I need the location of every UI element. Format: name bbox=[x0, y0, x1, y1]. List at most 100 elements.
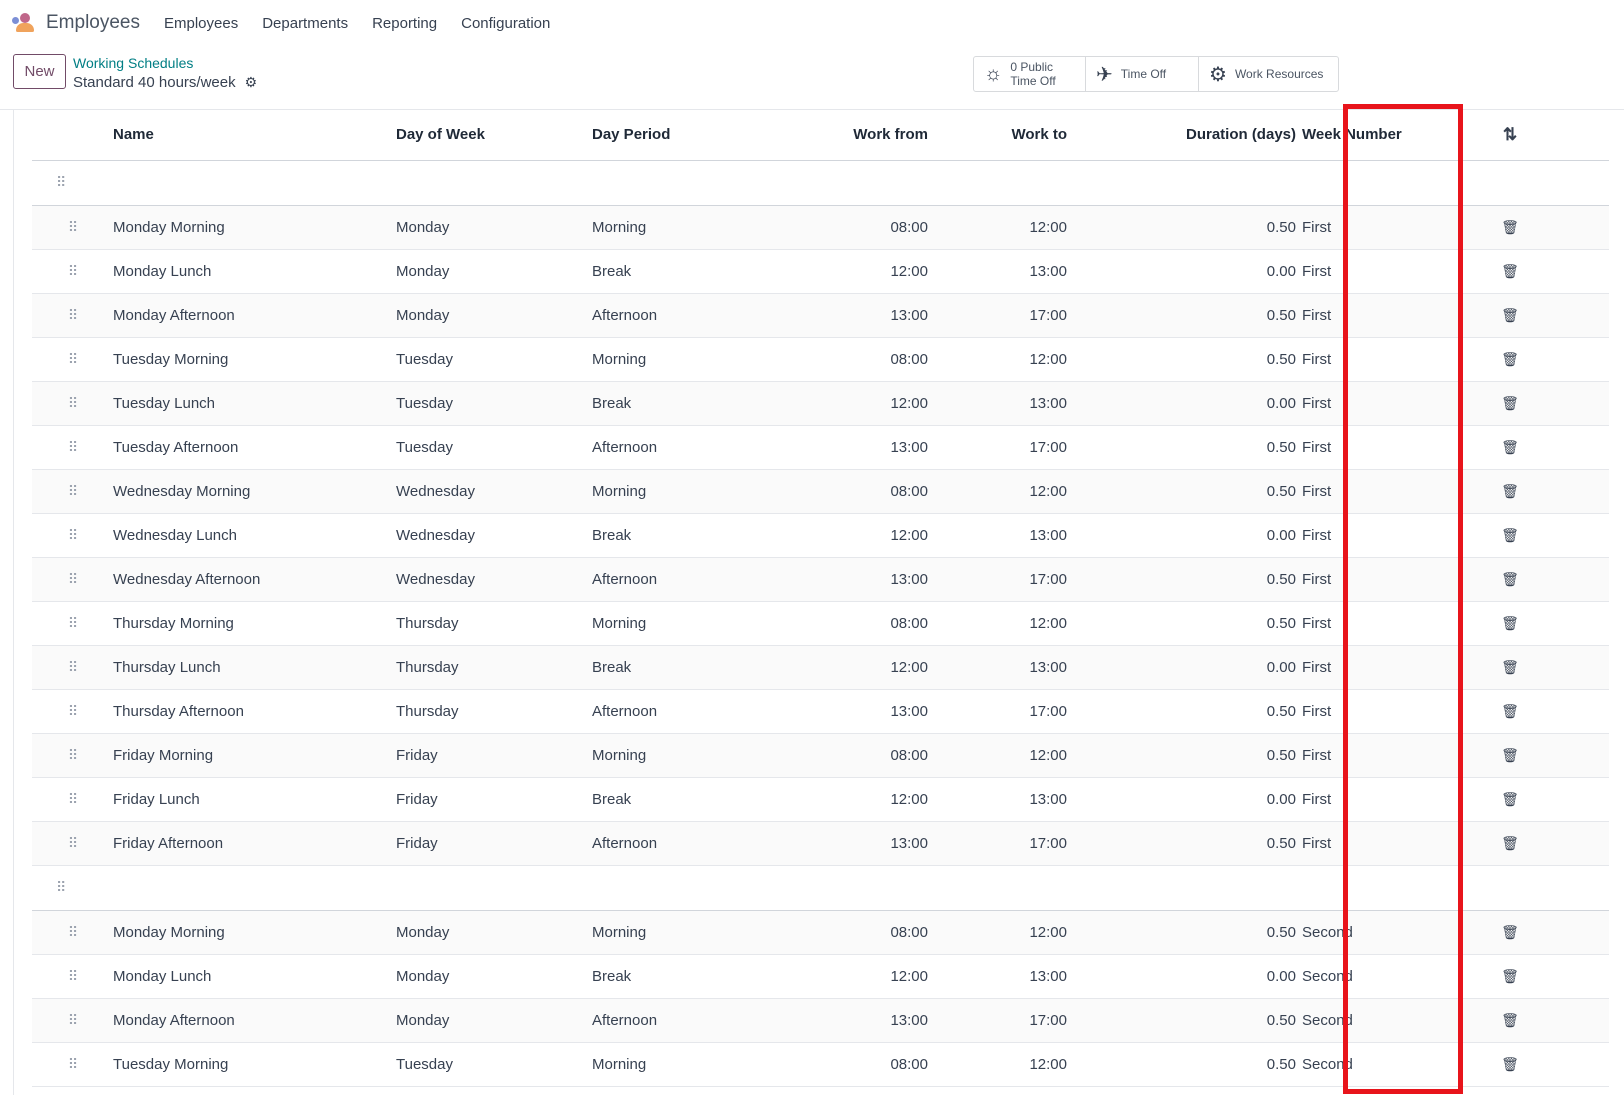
cell-work-to[interactable]: 17:00 bbox=[928, 689, 1067, 734]
table-row[interactable]: ⠿ Monday Afternoon Monday Afternoon 13:00 17:… bbox=[32, 293, 1609, 338]
header-week-number[interactable]: Week Number bbox=[1296, 110, 1411, 161]
drag-handle-icon[interactable]: ⠿ bbox=[32, 205, 113, 250]
cell-work-to[interactable]: 17:00 bbox=[928, 998, 1067, 1043]
table-row[interactable]: ⠿ Friday Afternoon Friday Afternoon 13:00 17:… bbox=[32, 821, 1609, 866]
cell-work-from[interactable]: 12:00 bbox=[792, 777, 928, 822]
drag-handle-icon[interactable]: ⠿ bbox=[32, 557, 113, 602]
cell-duration[interactable]: 0.50 bbox=[1067, 469, 1296, 514]
cell-day-of-week[interactable]: Monday bbox=[396, 205, 592, 250]
optional-columns-icon[interactable]: ⇅ bbox=[1411, 110, 1609, 161]
section-row[interactable]: ⠿ bbox=[32, 865, 1609, 911]
cell-name[interactable]: Wednesday Morning bbox=[113, 469, 396, 514]
cell-work-to[interactable]: 12:00 bbox=[928, 910, 1067, 955]
header-day-of-week[interactable]: Day of Week bbox=[396, 110, 592, 161]
cell-day-period[interactable]: Morning bbox=[592, 601, 792, 646]
cell-name[interactable]: Tuesday Morning bbox=[113, 1042, 396, 1087]
section-row[interactable]: ⠿ bbox=[32, 160, 1609, 206]
cell-day-period[interactable]: Break bbox=[592, 513, 792, 558]
cell-day-of-week[interactable]: Friday bbox=[396, 733, 592, 778]
header-work-from[interactable]: Work from bbox=[792, 110, 928, 161]
cell-day-of-week[interactable]: Monday bbox=[396, 249, 592, 294]
cell-duration[interactable]: 0.00 bbox=[1067, 249, 1296, 294]
header-day-period[interactable]: Day Period bbox=[592, 110, 792, 161]
cell-name[interactable]: Monday Lunch bbox=[113, 954, 396, 999]
cell-name[interactable]: Friday Morning bbox=[113, 733, 396, 778]
table-row[interactable]: ⠿ Tuesday Afternoon Tuesday Afternoon 13:00 1… bbox=[32, 425, 1609, 470]
trash-icon[interactable]: 🗑 bbox=[1411, 821, 1609, 866]
cell-work-from[interactable]: 13:00 bbox=[792, 821, 928, 866]
cell-name[interactable]: Monday Morning bbox=[113, 910, 396, 955]
drag-handle-icon[interactable]: ⠿ bbox=[32, 821, 113, 866]
cell-week-number[interactable]: Second bbox=[1296, 998, 1411, 1043]
drag-handle-icon[interactable]: ⠿ bbox=[32, 865, 113, 911]
trash-icon[interactable]: 🗑 bbox=[1411, 205, 1609, 250]
cell-day-period[interactable]: Morning bbox=[592, 469, 792, 514]
cell-work-to[interactable]: 12:00 bbox=[928, 205, 1067, 250]
cell-week-number[interactable]: First bbox=[1296, 337, 1411, 382]
cell-work-from[interactable]: 13:00 bbox=[792, 998, 928, 1043]
cell-name[interactable]: Friday Lunch bbox=[113, 777, 396, 822]
cell-day-of-week[interactable]: Thursday bbox=[396, 689, 592, 734]
table-row[interactable]: ⠿ Wednesday Lunch Wednesday Break 12:00 13:00… bbox=[32, 513, 1609, 558]
section-name[interactable] bbox=[113, 160, 1609, 206]
table-row[interactable]: ⠿ Tuesday Lunch Tuesday Break 12:00 13:00 0.00… bbox=[32, 381, 1609, 426]
cell-duration[interactable]: 0.50 bbox=[1067, 910, 1296, 955]
cell-day-of-week[interactable]: Wednesday bbox=[396, 513, 592, 558]
app-brand[interactable]: Employees bbox=[12, 12, 164, 34]
table-row[interactable]: ⠿ Thursday Morning Thursday Morning 08:00 12:… bbox=[32, 601, 1609, 646]
table-row[interactable]: ⠿ Monday Morning Monday Morning 08:00 12:00 0.… bbox=[32, 205, 1609, 250]
cell-week-number[interactable]: First bbox=[1296, 645, 1411, 690]
table-row[interactable]: ⠿ Thursday Afternoon Thursday Afternoon 13:0… bbox=[32, 689, 1609, 734]
drag-handle-icon[interactable]: ⠿ bbox=[32, 469, 113, 514]
cell-work-from[interactable]: 08:00 bbox=[792, 601, 928, 646]
table-row[interactable]: ⠿ Tuesday Morning Tuesday Morning 08:00 12:00… bbox=[32, 337, 1609, 382]
drag-handle-icon[interactable]: ⠿ bbox=[32, 160, 113, 206]
drag-handle-icon[interactable]: ⠿ bbox=[32, 733, 113, 778]
cell-name[interactable]: Wednesday Afternoon bbox=[113, 557, 396, 602]
time-off-button[interactable]: ✈ Time Off bbox=[1086, 57, 1199, 91]
drag-handle-icon[interactable]: ⠿ bbox=[32, 645, 113, 690]
cell-work-from[interactable]: 08:00 bbox=[792, 337, 928, 382]
trash-icon[interactable]: 🗑 bbox=[1411, 425, 1609, 470]
cell-work-from[interactable]: 12:00 bbox=[792, 645, 928, 690]
header-work-to[interactable]: Work to bbox=[928, 110, 1067, 161]
cell-work-from[interactable]: 08:00 bbox=[792, 1042, 928, 1087]
cell-day-of-week[interactable]: Monday bbox=[396, 954, 592, 999]
cell-day-period[interactable]: Morning bbox=[592, 1042, 792, 1087]
cell-week-number[interactable]: Second bbox=[1296, 1042, 1411, 1087]
cell-day-of-week[interactable]: Thursday bbox=[396, 645, 592, 690]
cell-day-of-week[interactable]: Monday bbox=[396, 293, 592, 338]
cell-duration[interactable]: 0.50 bbox=[1067, 1042, 1296, 1087]
header-duration[interactable]: Duration (days) bbox=[1067, 110, 1296, 161]
trash-icon[interactable]: 🗑 bbox=[1411, 733, 1609, 778]
table-row[interactable]: ⠿ Wednesday Morning Wednesday Morning 08:00 1… bbox=[32, 469, 1609, 514]
cell-work-from[interactable]: 13:00 bbox=[792, 557, 928, 602]
drag-handle-icon[interactable]: ⠿ bbox=[32, 513, 113, 558]
cell-work-from[interactable]: 12:00 bbox=[792, 249, 928, 294]
cell-duration[interactable]: 0.50 bbox=[1067, 601, 1296, 646]
cell-week-number[interactable]: First bbox=[1296, 205, 1411, 250]
table-row[interactable]: ⠿ Wednesday Afternoon Wednesday Afternoon 13… bbox=[32, 557, 1609, 602]
cell-day-of-week[interactable]: Wednesday bbox=[396, 469, 592, 514]
cell-name[interactable]: Thursday Morning bbox=[113, 601, 396, 646]
cell-name[interactable]: Tuesday Lunch bbox=[113, 381, 396, 426]
cell-work-from[interactable]: 08:00 bbox=[792, 910, 928, 955]
cell-work-from[interactable]: 08:00 bbox=[792, 205, 928, 250]
cell-duration[interactable]: 0.50 bbox=[1067, 821, 1296, 866]
menu-reporting[interactable]: Reporting bbox=[372, 15, 437, 32]
cell-week-number[interactable]: First bbox=[1296, 777, 1411, 822]
cell-work-to[interactable]: 17:00 bbox=[928, 557, 1067, 602]
trash-icon[interactable]: 🗑 bbox=[1411, 293, 1609, 338]
trash-icon[interactable]: 🗑 bbox=[1411, 1042, 1609, 1087]
trash-icon[interactable]: 🗑 bbox=[1411, 910, 1609, 955]
cell-day-period[interactable]: Break bbox=[592, 777, 792, 822]
cell-duration[interactable]: 0.00 bbox=[1067, 645, 1296, 690]
cell-work-to[interactable]: 12:00 bbox=[928, 1042, 1067, 1087]
cell-work-from[interactable]: 13:00 bbox=[792, 293, 928, 338]
drag-handle-icon[interactable]: ⠿ bbox=[32, 1042, 113, 1087]
cell-name[interactable]: Thursday Afternoon bbox=[113, 689, 396, 734]
cell-day-period[interactable]: Afternoon bbox=[592, 998, 792, 1043]
cell-day-period[interactable]: Afternoon bbox=[592, 425, 792, 470]
work-resources-button[interactable]: ⚙ Work Resources bbox=[1199, 57, 1338, 91]
trash-icon[interactable]: 🗑 bbox=[1411, 249, 1609, 294]
